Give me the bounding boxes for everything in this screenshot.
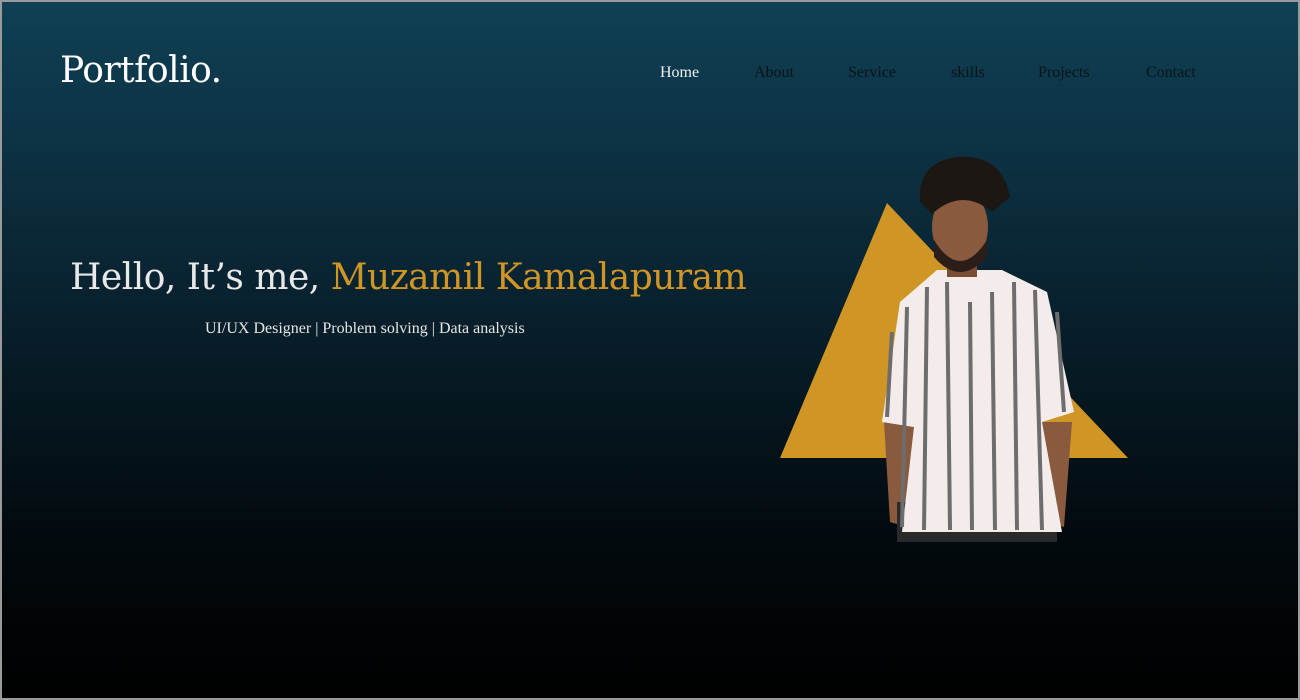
profile-photo (882, 156, 1074, 542)
portfolio-page: Portfolio. Home About Service skills Pro… (0, 0, 1300, 700)
hero-illustration (780, 156, 1128, 542)
